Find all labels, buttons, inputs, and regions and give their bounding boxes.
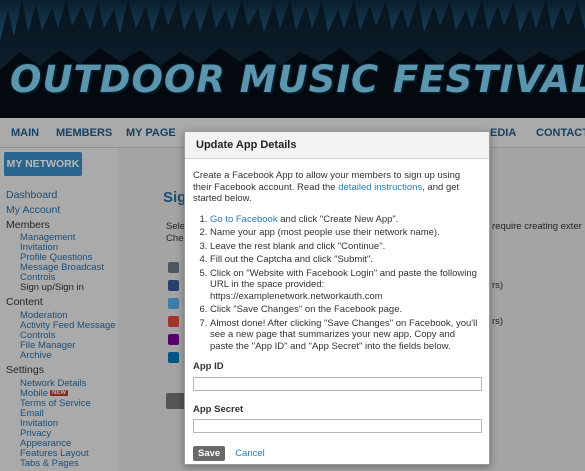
dialog-intro: Create a Facebook App to allow your memb… xyxy=(193,170,480,205)
app-id-input[interactable] xyxy=(193,376,482,391)
step-item: Click on "Website with Facebook Login" a… xyxy=(210,268,480,303)
dialog-actions: Save Cancel xyxy=(193,446,480,461)
step-item: Fill out the Captcha and click "Submit". xyxy=(210,254,480,266)
app-secret-label: App Secret xyxy=(193,403,244,415)
detailed-instructions-link[interactable]: detailed instructions xyxy=(338,182,422,193)
dialog-body: Create a Facebook App to allow your memb… xyxy=(185,159,489,461)
app-secret-input[interactable] xyxy=(193,419,482,433)
update-app-details-dialog: Update App Details Create a Facebook App… xyxy=(184,131,490,465)
step-item: Leave the rest blank and click "Continue… xyxy=(210,241,480,253)
go-to-facebook-link[interactable]: Go to Facebook xyxy=(210,214,278,225)
step-item: Go to Facebook and click "Create New App… xyxy=(210,214,480,226)
cancel-link[interactable]: Cancel xyxy=(235,448,265,460)
instruction-steps: Go to Facebook and click "Create New App… xyxy=(193,214,480,353)
app-id-label: App ID xyxy=(193,361,224,372)
step-item: Almost done! After clicking "Save Change… xyxy=(210,318,480,353)
save-button[interactable]: Save xyxy=(193,446,226,461)
step-text: and click "Create New App". xyxy=(277,213,399,225)
step-item: Click "Save Changes" on the Facebook pag… xyxy=(210,304,480,316)
dialog-title: Update App Details xyxy=(185,132,489,159)
step-item: Name your app (most people use their net… xyxy=(210,227,480,239)
